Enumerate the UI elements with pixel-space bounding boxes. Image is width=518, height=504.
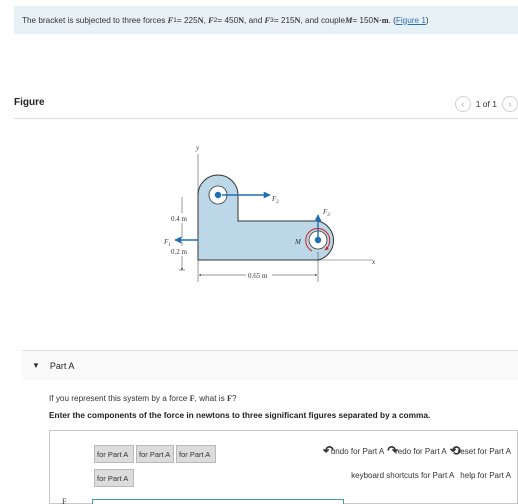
pager-label: 1 of 1 [475, 99, 497, 109]
figure-pager: ‹ 1 of 1 › [454, 96, 518, 112]
bracket-diagram: y x F2 F3 M F1 0.4 m 0.2 m 0.65 m [163, 144, 376, 282]
problem-statement: The bracket is subjected to three forces… [14, 6, 518, 34]
answer-area: for Part A for Part A for Part A for Par… [49, 430, 518, 504]
figure-link[interactable]: Figure 1 [396, 16, 426, 25]
editor-tools: ↶ undo for Part A ↷ redo for Part A ⟲ re… [320, 443, 511, 459]
instruction-text: Enter the components of the force in new… [49, 410, 431, 420]
m-value: = 150 [352, 15, 374, 25]
template-button-4[interactable]: for Part A [94, 469, 134, 487]
chevron-right-icon[interactable]: › [502, 96, 518, 112]
figure-divider [14, 118, 518, 119]
unit-n-1: N [197, 15, 204, 25]
answer-label: F [62, 497, 67, 504]
dim-0-65-label: 0.65 m [248, 272, 268, 280]
dim-0-4-label: 0.4 m [171, 215, 188, 223]
template-button-1[interactable]: for Part A [94, 445, 134, 463]
redo-button[interactable]: ↷ redo for Part A [387, 443, 447, 459]
editor-links: keyboard shortcuts for Part A help for P… [351, 471, 511, 480]
part-a-label: Part A [49, 360, 75, 371]
chevron-left-icon[interactable]: ‹ [454, 96, 471, 112]
top-pin [214, 191, 222, 199]
part-a-header[interactable]: ▼ Part A [22, 350, 518, 380]
x-axis-label: x [371, 258, 376, 266]
template-button-3[interactable]: for Part A [176, 445, 216, 463]
f2-label: F2 [271, 195, 279, 205]
help-link[interactable]: help for Part A [460, 471, 511, 480]
figure-title: Figure [14, 97, 45, 108]
y-axis-label: y [195, 144, 200, 152]
f1-value: = 225 [176, 15, 198, 25]
f1-label: F1 [163, 238, 171, 248]
question-text: If you represent this system by a force … [49, 394, 237, 403]
moment-label: M [294, 238, 302, 246]
reset-button[interactable]: ⟲ reset for Part A [450, 443, 511, 459]
f3-label: F3 [322, 208, 330, 218]
couple-text: , and couple [300, 15, 346, 25]
right-pin [314, 236, 322, 244]
m-symbol: M [345, 15, 353, 25]
f2-value: = 450 [217, 15, 239, 25]
answer-input[interactable] [92, 499, 344, 504]
problem-prefix: The bracket is subjected to three forces [22, 15, 166, 25]
undo-button[interactable]: ↶ undo for Part A [323, 443, 384, 459]
caret-down-icon: ▼ [32, 361, 40, 370]
template-button-2[interactable]: for Part A [136, 445, 174, 463]
dim-0-2-label: 0.2 m [171, 248, 188, 256]
unit-n-2: N [238, 15, 245, 25]
f3-value: = 215 [273, 15, 295, 25]
unit-nm: N·m [373, 15, 389, 25]
keyboard-shortcuts-link[interactable]: keyboard shortcuts for Part A [351, 471, 454, 480]
